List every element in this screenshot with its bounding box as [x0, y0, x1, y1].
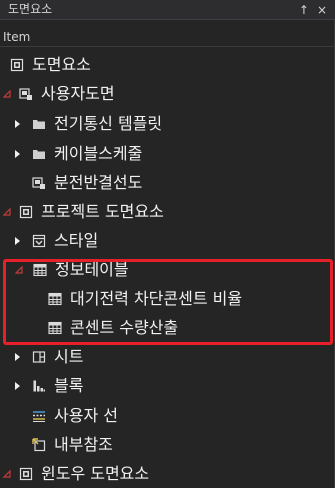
drawing-elements-panel: 도면요소 ↑ × Item 도면요소 사용자도면 전기통신 템플릿 케이블스케줄…: [0, 0, 335, 488]
tree-item-label: 도면요소: [32, 55, 91, 74]
drawing-element-icon: [10, 58, 24, 72]
tree-item-label: 전기통신 템플릿: [54, 114, 163, 133]
table-icon: [48, 321, 62, 335]
style-icon: [32, 234, 46, 248]
block-icon: [33, 380, 45, 392]
xref-icon: [32, 438, 46, 452]
expanded-arrow-icon[interactable]: [14, 256, 24, 284]
close-icon[interactable]: ×: [317, 3, 327, 17]
expanded-arrow-icon[interactable]: [2, 460, 12, 488]
pin-icon[interactable]: ↑: [299, 3, 309, 17]
tree-item-label: 대기전력 차단콘센트 비율: [70, 289, 243, 308]
collapsed-arrow-icon[interactable]: [13, 140, 23, 168]
tree-item-label: 케이블스케줄: [54, 144, 143, 163]
tree-item-label: 내부참조: [54, 435, 113, 454]
tree-item-drawing-elements[interactable]: 도면요소: [0, 51, 335, 79]
column-header: Item: [0, 27, 335, 47]
collapsed-arrow-icon[interactable]: [13, 110, 23, 138]
panel-titlebar: 도면요소 ↑ ×: [0, 0, 335, 20]
tree-item-user-drawings[interactable]: 사용자도면: [0, 80, 335, 108]
titlebar-buttons: ↑ ×: [299, 2, 327, 17]
tree-item-window-elements[interactable]: 윈도우 도면요소: [0, 460, 335, 488]
tree-item-label: 프로젝트 도면요소: [41, 202, 164, 221]
expanded-arrow-icon[interactable]: [2, 80, 12, 108]
collapsed-arrow-icon[interactable]: [13, 227, 23, 255]
window-element-icon: [19, 467, 33, 481]
tree-item-telecom-template[interactable]: 전기통신 템플릿: [0, 110, 335, 138]
tree-item-label: 콘센트 수량산출: [70, 318, 179, 337]
tree-item-label: 시트: [54, 347, 84, 366]
folder-icon: [33, 120, 45, 129]
tree-item-outlet-quantity[interactable]: 콘센트 수량산출: [0, 314, 335, 342]
tree-item-label: 사용자도면: [41, 84, 115, 103]
tree-item-style[interactable]: 스타일: [0, 227, 335, 255]
panel-title: 도면요소: [8, 2, 53, 16]
expanded-arrow-icon[interactable]: [2, 198, 12, 226]
user-drawing-icon: [19, 88, 32, 100]
tree-item-panel-wiring[interactable]: 분전반결선도: [0, 169, 335, 197]
tree-item-info-table[interactable]: 정보테이블: [0, 256, 335, 284]
folder-icon: [33, 150, 45, 159]
table-icon: [48, 292, 62, 306]
tree-item-label: 사용자 선: [54, 406, 118, 425]
tree-item-project-elements[interactable]: 프로젝트 도면요소: [0, 198, 335, 226]
tree-item-label: 블록: [54, 376, 84, 395]
tree-item-cable-schedule[interactable]: 케이블스케줄: [0, 140, 335, 168]
tree-item-user-line[interactable]: 사용자 선: [0, 402, 335, 430]
tree-item-block[interactable]: 블록: [0, 372, 335, 400]
table-icon: [33, 263, 47, 277]
user-line-icon: [33, 411, 45, 422]
tree-item-label: 윈도우 도면요소: [41, 464, 150, 483]
collapsed-arrow-icon[interactable]: [13, 343, 23, 371]
tree-item-xref[interactable]: 내부참조: [0, 431, 335, 459]
project-element-icon: [19, 205, 33, 219]
tree-item-standby-power-ratio[interactable]: 대기전력 차단콘센트 비율: [0, 285, 335, 313]
tree-item-label: 정보테이블: [55, 260, 129, 279]
tree-item-label: 분전반결선도: [54, 173, 143, 192]
user-drawing-icon: [32, 177, 45, 189]
tree-item-sheet[interactable]: 시트: [0, 343, 335, 371]
collapsed-arrow-icon[interactable]: [13, 372, 23, 400]
tree-item-label: 스타일: [54, 231, 99, 250]
sheet-icon: [32, 351, 46, 363]
